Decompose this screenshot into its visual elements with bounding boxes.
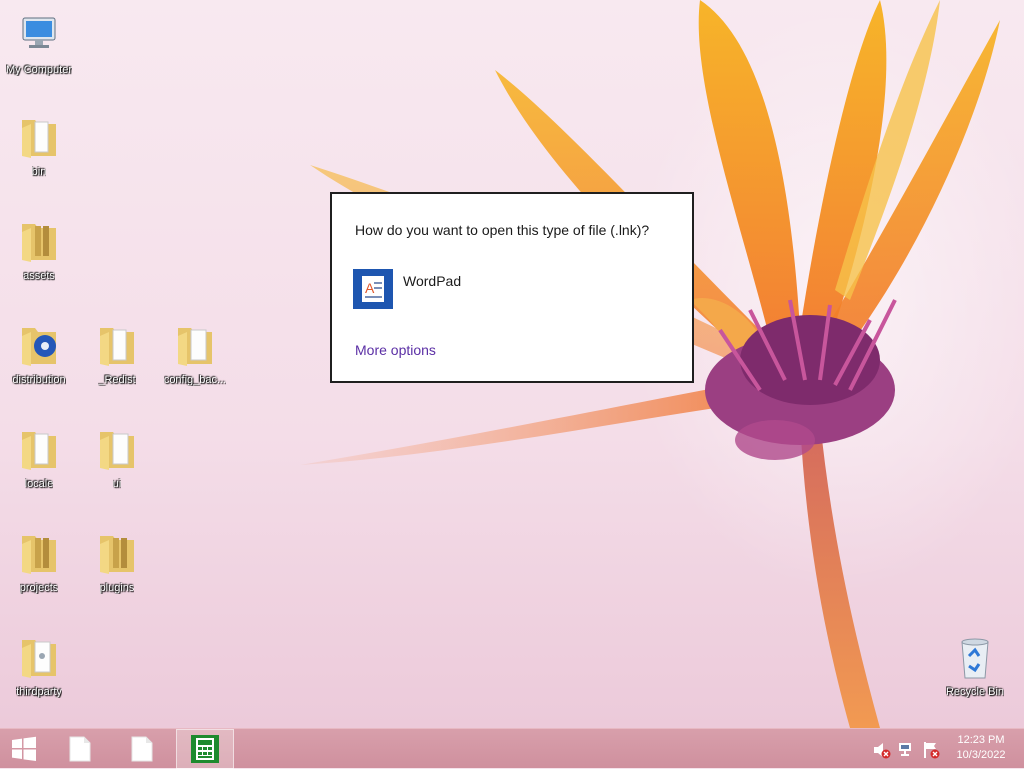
- folder-icon: [22, 432, 56, 470]
- desktop-icon-plugins[interactable]: plugins: [78, 526, 156, 610]
- folder-icon: [22, 536, 56, 574]
- folder-icon: [22, 640, 56, 678]
- folder-icon: [178, 328, 212, 366]
- desktop-icon-label: _Redist: [98, 374, 136, 386]
- desktop-icon-label: locale: [24, 478, 54, 490]
- desktop-icon-projects[interactable]: projects: [0, 526, 78, 610]
- desktop-icon-distribution[interactable]: distribution: [0, 318, 78, 402]
- windows-logo-icon: [12, 736, 36, 761]
- folder-icon: [22, 224, 56, 262]
- desktop-icon-my-computer[interactable]: My Computer: [0, 8, 78, 92]
- svg-text:A: A: [365, 280, 375, 296]
- folder-icon: [22, 120, 56, 158]
- desktop-icon-locale[interactable]: locale: [0, 422, 78, 506]
- desktop-icon-label: projects: [19, 582, 59, 594]
- document-icon: [131, 736, 153, 762]
- folder-icon: [100, 432, 134, 470]
- computer-icon: [22, 17, 56, 48]
- app-name: WordPad: [403, 273, 462, 289]
- recycle-bin-icon: [961, 638, 989, 679]
- desktop-icon-redist[interactable]: _Redist: [78, 318, 156, 402]
- app-option-wordpad[interactable]: A WordPad: [353, 269, 673, 311]
- action-center-icon[interactable]: [922, 741, 940, 759]
- wordpad-icon: A: [353, 269, 393, 309]
- clock-date: 10/3/2022: [956, 749, 1006, 761]
- desktop-icon-ui[interactable]: ui: [78, 422, 156, 506]
- desktop-icon-label: ui: [112, 478, 122, 490]
- taskbar: 12:23 PM 10/3/2022: [0, 728, 1024, 769]
- desktop-icon-label: config_bac...: [163, 374, 227, 386]
- system-clock[interactable]: 12:23 PM 10/3/2022: [946, 733, 1016, 763]
- desktop-icon-config-backup[interactable]: config_bac...: [156, 318, 234, 402]
- document-icon: [69, 736, 91, 762]
- clock-time: 12:23 PM: [957, 734, 1005, 746]
- desktop-icon-label: plugins: [99, 582, 135, 594]
- desktop-icon-label: My Computer: [5, 64, 73, 76]
- taskbar-app-document-2[interactable]: [118, 729, 166, 769]
- open-with-dialog: How do you want to open this type of fil…: [330, 192, 694, 383]
- desktop-icon-label: distribution: [12, 374, 66, 386]
- taskbar-app-calculator[interactable]: [176, 729, 234, 769]
- folder-icon: [100, 328, 134, 366]
- network-icon[interactable]: [898, 741, 916, 759]
- folder-icon: [22, 328, 56, 366]
- desktop-icon-thirdparty[interactable]: thirdparty: [0, 630, 78, 714]
- desktop-icon-assets[interactable]: assets: [0, 214, 78, 298]
- start-button[interactable]: [0, 729, 48, 769]
- desktop-icon-label: bin: [31, 166, 47, 178]
- folder-icon: [100, 536, 134, 574]
- taskbar-app-document-1[interactable]: [56, 729, 104, 769]
- volume-muted-icon[interactable]: [873, 741, 891, 759]
- desktop-icon-label: thirdparty: [16, 686, 62, 698]
- desktop-icon-recycle-bin[interactable]: Recycle Bin: [936, 630, 1014, 714]
- desktop-icon-label: Recycle Bin: [945, 686, 1005, 698]
- dialog-title: How do you want to open this type of fil…: [355, 222, 650, 238]
- desktop-icon-label: assets: [23, 270, 55, 282]
- calculator-icon: [191, 735, 219, 763]
- more-options-link[interactable]: More options: [355, 342, 436, 358]
- desktop-icon-bin[interactable]: bin: [0, 110, 78, 194]
